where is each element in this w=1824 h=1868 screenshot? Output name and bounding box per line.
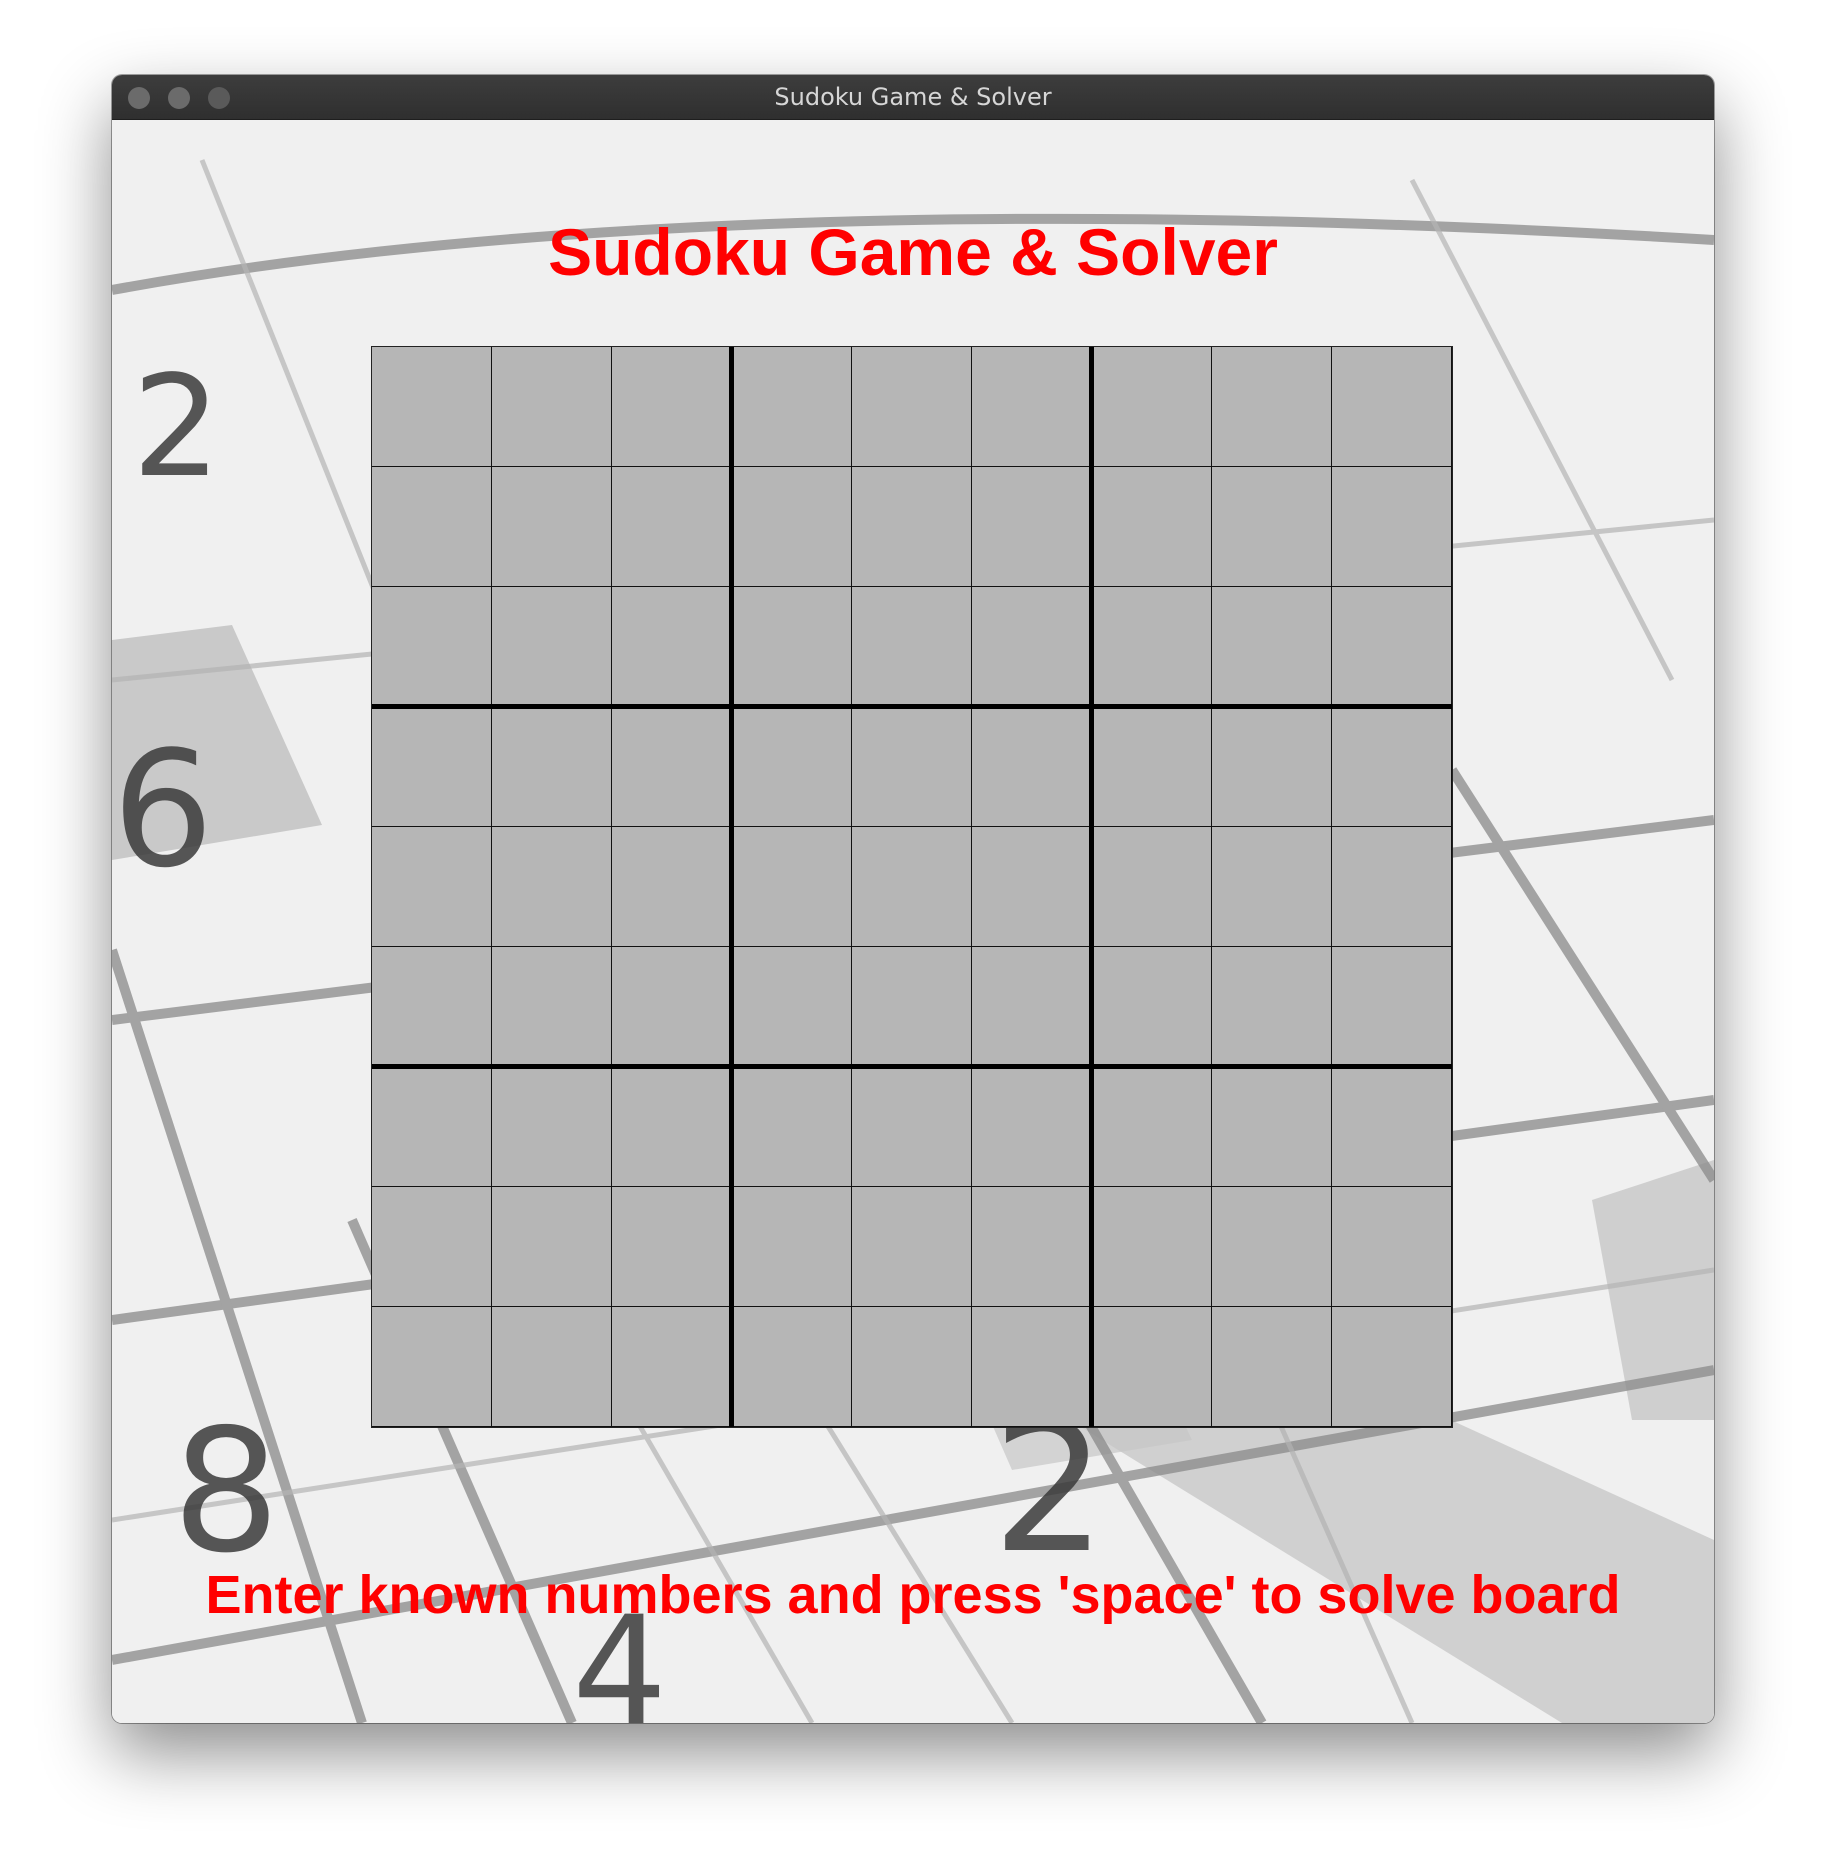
sudoku-cell[interactable] [1332, 1187, 1452, 1307]
sudoku-cell[interactable] [1332, 947, 1452, 1067]
sudoku-cell[interactable] [612, 947, 732, 1067]
sudoku-cell[interactable] [1092, 1067, 1212, 1187]
sudoku-cell[interactable] [972, 947, 1092, 1067]
sudoku-cell[interactable] [1332, 587, 1452, 707]
sudoku-cell[interactable] [972, 347, 1092, 467]
sudoku-cell[interactable] [372, 1307, 492, 1427]
sudoku-cell[interactable] [852, 587, 972, 707]
sudoku-cell[interactable] [732, 707, 852, 827]
sudoku-cell[interactable] [612, 1307, 732, 1427]
sudoku-cell[interactable] [732, 1187, 852, 1307]
sudoku-cell[interactable] [372, 347, 492, 467]
sudoku-cell[interactable] [372, 707, 492, 827]
sudoku-cell[interactable] [1212, 467, 1332, 587]
sudoku-cell[interactable] [1212, 587, 1332, 707]
sudoku-cell[interactable] [1332, 827, 1452, 947]
sudoku-cell[interactable] [732, 1067, 852, 1187]
sudoku-cell[interactable] [852, 827, 972, 947]
sudoku-cell[interactable] [732, 467, 852, 587]
sudoku-cell[interactable] [732, 1307, 852, 1427]
sudoku-cell[interactable] [1092, 827, 1212, 947]
sudoku-cell[interactable] [1332, 347, 1452, 467]
title-bar[interactable]: Sudoku Game & Solver [112, 75, 1714, 120]
sudoku-cell[interactable] [1212, 347, 1332, 467]
sudoku-cell[interactable] [372, 1187, 492, 1307]
box-divider-horizontal [372, 704, 1452, 709]
sudoku-cell[interactable] [492, 347, 612, 467]
sudoku-cell[interactable] [1092, 947, 1212, 1067]
sudoku-cell[interactable] [612, 707, 732, 827]
sudoku-cell[interactable] [492, 587, 612, 707]
sudoku-cell[interactable] [1092, 587, 1212, 707]
box-divider-vertical [729, 347, 734, 1427]
sudoku-cell[interactable] [852, 347, 972, 467]
sudoku-cell[interactable] [852, 947, 972, 1067]
sudoku-cell[interactable] [492, 1187, 612, 1307]
sudoku-cell[interactable] [852, 467, 972, 587]
sudoku-cell[interactable] [612, 827, 732, 947]
sudoku-cell[interactable] [612, 1067, 732, 1187]
sudoku-cell[interactable] [492, 707, 612, 827]
background-digit: 8 [172, 1393, 280, 1591]
sudoku-cell[interactable] [612, 347, 732, 467]
background-digit: 6 [112, 716, 214, 903]
app-window: Sudoku Game & Solver 2 6 8 2 4 Sudoku Ga… [112, 75, 1714, 1723]
sudoku-cell[interactable] [1332, 467, 1452, 587]
game-canvas[interactable]: 2 6 8 2 4 Sudoku Game & Solver Enter kno… [112, 120, 1714, 1723]
sudoku-cell[interactable] [732, 347, 852, 467]
app-heading: Sudoku Game & Solver [548, 215, 1278, 289]
sudoku-cell[interactable] [1092, 347, 1212, 467]
sudoku-cell[interactable] [852, 1067, 972, 1187]
sudoku-cell[interactable] [1212, 1307, 1332, 1427]
sudoku-cell[interactable] [732, 947, 852, 1067]
sudoku-cell[interactable] [732, 827, 852, 947]
sudoku-cell[interactable] [1212, 1187, 1332, 1307]
sudoku-cell[interactable] [1332, 1067, 1452, 1187]
sudoku-cell[interactable] [972, 467, 1092, 587]
box-divider-horizontal [372, 1064, 1452, 1069]
sudoku-cell[interactable] [372, 827, 492, 947]
sudoku-cell[interactable] [372, 587, 492, 707]
instructions-text: Enter known numbers and press 'space' to… [205, 1565, 1621, 1625]
sudoku-cell[interactable] [372, 467, 492, 587]
sudoku-cell[interactable] [852, 1187, 972, 1307]
sudoku-cell[interactable] [372, 947, 492, 1067]
sudoku-cell[interactable] [492, 1067, 612, 1187]
sudoku-cell[interactable] [612, 1187, 732, 1307]
window-title: Sudoku Game & Solver [774, 83, 1052, 111]
background-digit: 2 [132, 346, 221, 509]
sudoku-cell[interactable] [1092, 467, 1212, 587]
sudoku-cell[interactable] [972, 827, 1092, 947]
sudoku-cell[interactable] [1212, 947, 1332, 1067]
sudoku-cell[interactable] [732, 587, 852, 707]
sudoku-cell[interactable] [1212, 827, 1332, 947]
sudoku-cell[interactable] [1332, 707, 1452, 827]
sudoku-cell[interactable] [852, 707, 972, 827]
sudoku-cell[interactable] [1092, 707, 1212, 827]
sudoku-cell[interactable] [972, 1187, 1092, 1307]
sudoku-cell[interactable] [492, 947, 612, 1067]
sudoku-cell[interactable] [372, 1067, 492, 1187]
sudoku-cell[interactable] [1332, 1307, 1452, 1427]
sudoku-cell[interactable] [612, 587, 732, 707]
sudoku-cell[interactable] [972, 707, 1092, 827]
sudoku-cell[interactable] [612, 467, 732, 587]
sudoku-cell[interactable] [1092, 1187, 1212, 1307]
sudoku-cell[interactable] [1212, 707, 1332, 827]
sudoku-cell[interactable] [972, 1307, 1092, 1427]
sudoku-cell[interactable] [492, 467, 612, 587]
sudoku-cell[interactable] [972, 1067, 1092, 1187]
box-divider-vertical [1089, 347, 1094, 1427]
sudoku-cell[interactable] [1092, 1307, 1212, 1427]
sudoku-cell[interactable] [972, 587, 1092, 707]
sudoku-cell[interactable] [852, 1307, 972, 1427]
sudoku-board[interactable] [371, 346, 1453, 1428]
sudoku-cell[interactable] [492, 827, 612, 947]
sudoku-cell[interactable] [1212, 1067, 1332, 1187]
sudoku-cell[interactable] [492, 1307, 612, 1427]
